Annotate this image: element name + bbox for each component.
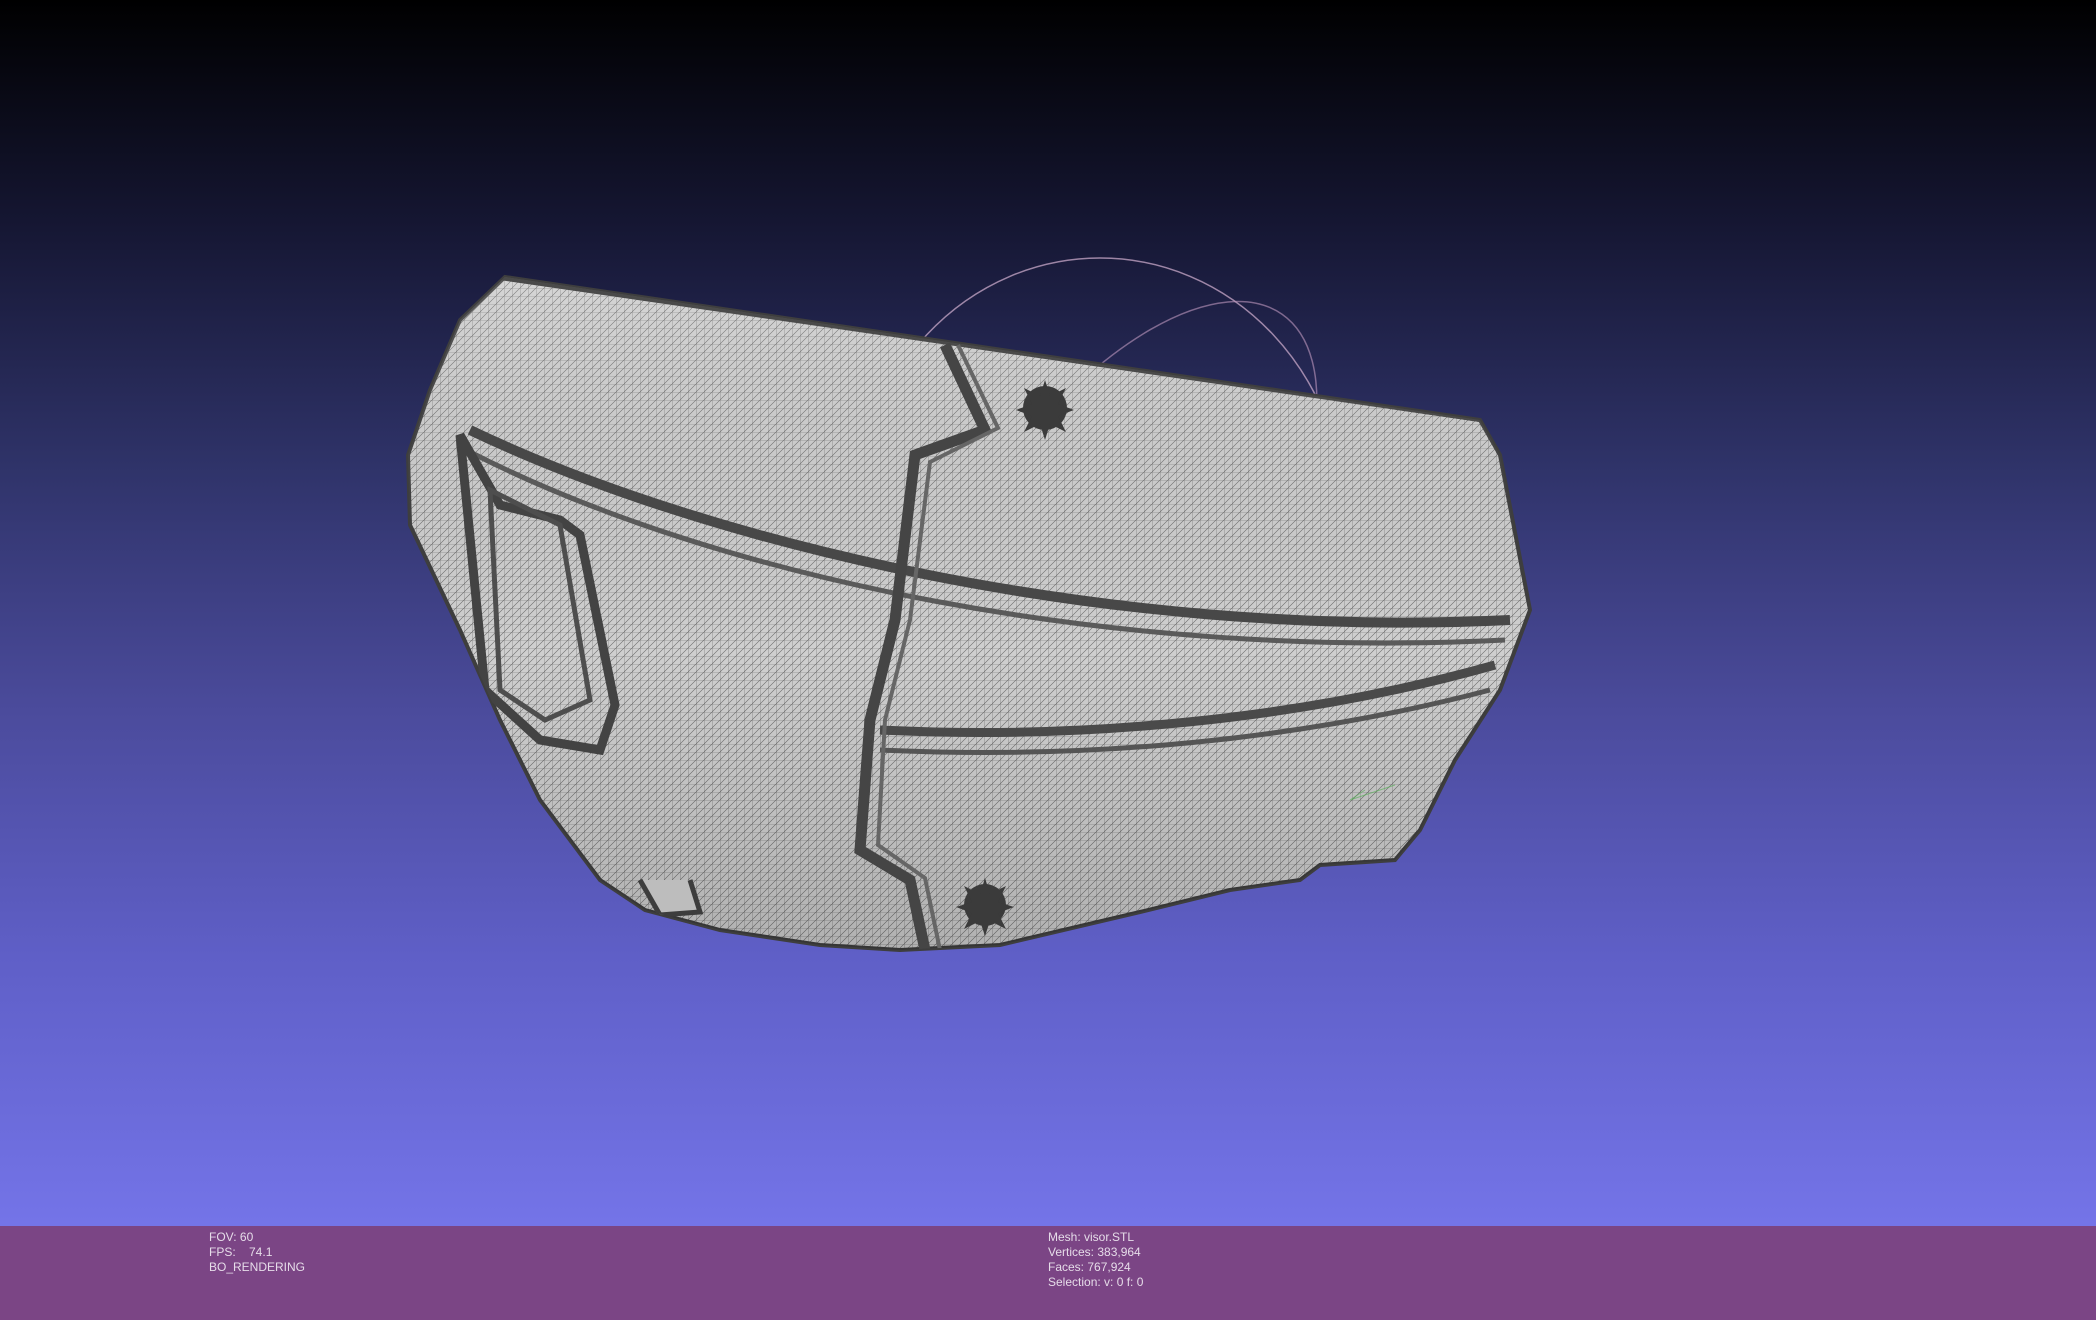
mesh-scene[interactable]	[0, 0, 2096, 1226]
fps-text: FPS: 74.1	[209, 1245, 273, 1259]
3d-viewport[interactable]	[0, 0, 2096, 1226]
render-info: FOV: 60 FPS: 74.1 BO_RENDERING	[209, 1230, 305, 1275]
fov-text: FOV: 60	[209, 1230, 254, 1244]
selection-text: Selection: v: 0 f: 0	[1048, 1275, 1144, 1289]
visor-mesh[interactable]	[400, 270, 1540, 960]
mesh-info: Mesh: visor.STL Vertices: 383,964 Faces:…	[1048, 1230, 1143, 1290]
vertices-text: Vertices: 383,964	[1048, 1245, 1141, 1259]
rendering-mode-text: BO_RENDERING	[209, 1260, 306, 1274]
mesh-name-text: Mesh: visor.STL	[1048, 1230, 1135, 1244]
faces-text: Faces: 767,924	[1048, 1260, 1131, 1274]
mounting-hole-top	[1016, 380, 1074, 440]
